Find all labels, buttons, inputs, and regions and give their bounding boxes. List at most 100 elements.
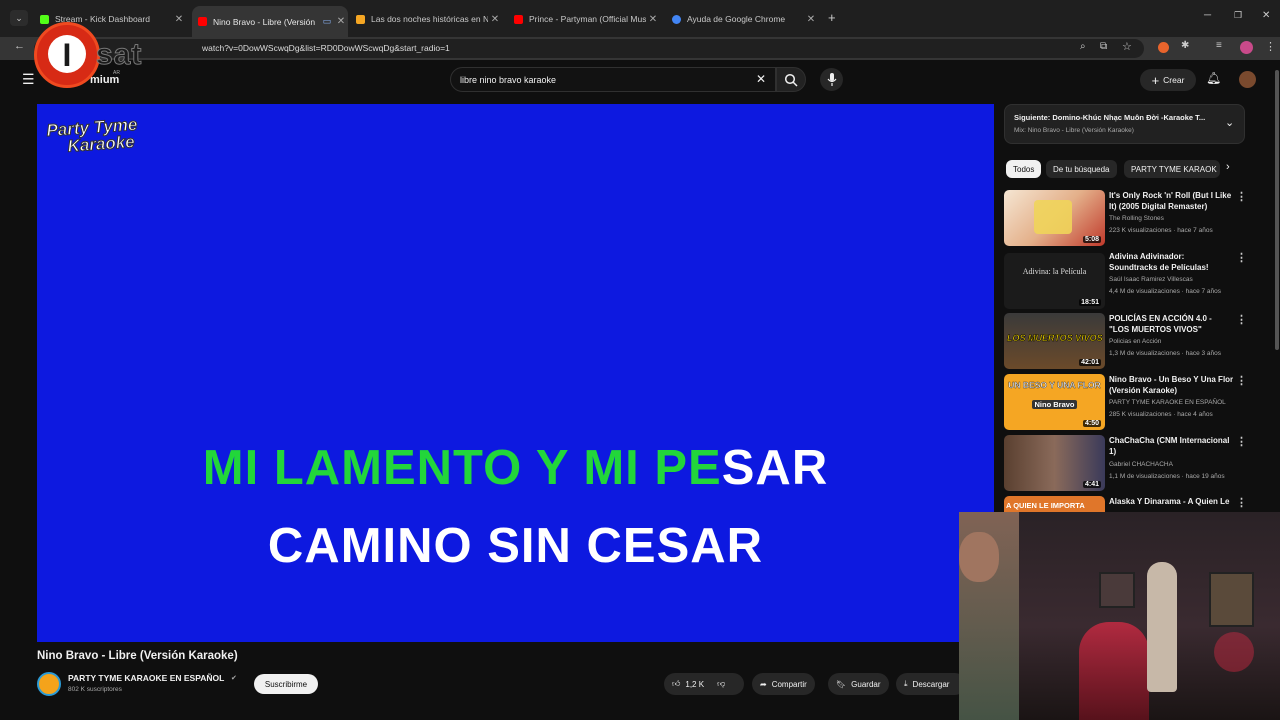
related-channel: PARTY TYME KARAOKE EN ESPAÑOL (1109, 399, 1226, 406)
url-text: watch?v=0DowWScwqDg&list=RD0DowWScwqDg&s… (202, 43, 450, 53)
subscriber-count: 802 K suscriptores (68, 686, 122, 693)
chevron-right-icon[interactable]: › (1226, 161, 1230, 173)
clear-search-icon[interactable]: ✕ (756, 72, 766, 86)
chip-all[interactable]: Todos (1006, 160, 1042, 178)
duration-badge: 5:08 (1082, 236, 1101, 243)
mix-label: Mix: Nino Bravo - Libre (Versión Karaoke… (1014, 127, 1134, 134)
duration-badge: 18:51 (1079, 299, 1101, 306)
browser-toolbar: ← watch?v=0DowWScwqDg&list=RD0DowWScwqDg… (0, 37, 1280, 60)
related-channel: Policias en Acción (1109, 338, 1162, 345)
install-icon[interactable]: ⧉ (1100, 41, 1107, 52)
close-icon[interactable]: ✕ (488, 14, 502, 25)
kick-icon (40, 14, 49, 24)
create-button[interactable]: + Crear (1140, 69, 1196, 91)
save-button[interactable]: 🔖︎ Guardar (828, 673, 889, 695)
browser-tab[interactable]: Las dos noches históricas en N ✕ (350, 8, 502, 30)
extension-icon[interactable] (1158, 42, 1169, 53)
media-controls-icon[interactable]: ≡ (1216, 40, 1222, 51)
address-bar[interactable]: watch?v=0DowWScwqDg&list=RD0DowWScwqDg&s… (34, 39, 1144, 58)
lyric-line-next: CAMINO SIN CESAR (267, 519, 764, 573)
more-options-icon[interactable]: ⋮ (1236, 190, 1247, 203)
bookmark-star-icon[interactable]: ☆ (1122, 40, 1132, 53)
related-thumbnail[interactable]: 4:41 (1004, 435, 1105, 491)
browser-tab[interactable]: Prince - Partyman (Official Mus ✕ (508, 8, 660, 30)
like-thumb-icon[interactable]: 👍︎ (672, 679, 680, 689)
browser-tab-strip: ⌄ Stream - Kick Dashboard ✕ Nino Bravo -… (0, 0, 1280, 37)
related-stats: 223 K visualizaciones · hace 7 años (1109, 227, 1213, 234)
verified-icon: ✔ (231, 675, 237, 682)
scrollbar-thumb[interactable] (1275, 70, 1279, 350)
account-avatar[interactable] (1239, 71, 1256, 88)
google-icon (672, 14, 681, 24)
close-icon[interactable]: ✕ (646, 14, 660, 25)
browser-tab[interactable]: Ayuda de Google Chrome ✕ (666, 8, 818, 30)
more-options-icon[interactable]: ⋮ (1236, 496, 1247, 509)
close-icon[interactable]: ✕ (334, 16, 348, 27)
voice-search-button[interactable] (820, 68, 843, 91)
notifications-bell-icon[interactable]: 🔔︎ (1206, 71, 1221, 85)
youtube-icon (514, 14, 523, 24)
search-button[interactable] (776, 67, 806, 92)
more-options-icon[interactable]: ⋮ (1236, 251, 1247, 264)
zoom-icon[interactable]: ⌕ (1080, 41, 1086, 52)
more-options-icon[interactable]: ⋮ (1236, 313, 1247, 326)
lyric-line-current: MI LAMENTO Y MI PESAR (37, 440, 994, 496)
minimize-icon[interactable]: ─ (1204, 10, 1211, 21)
related-thumbnail[interactable]: Adivina: la Película 18:51 (1004, 253, 1105, 309)
close-icon[interactable]: ✕ (804, 14, 818, 25)
related-stats: 1,1 M de visualizaciones · hace 19 años (1109, 473, 1225, 480)
window-close-icon[interactable]: ✕ (1262, 10, 1270, 21)
related-thumbnail[interactable]: 5:08 (1004, 190, 1105, 246)
related-thumbnail[interactable]: LOS MUERTOS VIVOS 42:01 (1004, 313, 1105, 369)
more-options-icon[interactable]: ⋮ (1236, 374, 1247, 387)
video-player[interactable]: Party Tyme Karaoke MI LAMENTO Y MI PESAR… (37, 104, 994, 642)
related-title[interactable]: ChaChaCha (CNM Internacional 1) (1109, 435, 1234, 457)
party-tyme-karaoke-logo: Party Tyme Karaoke (45, 114, 138, 156)
download-button[interactable]: ⤓ Descargar (896, 673, 966, 695)
overlay-logo-text: sat (95, 38, 143, 72)
related-title[interactable]: Adivina Adivinador: Soundtracks de Pelíc… (1109, 251, 1234, 273)
back-arrow-icon[interactable]: ← (14, 40, 25, 52)
dislike-thumb-icon[interactable]: 👎︎ (717, 679, 725, 689)
related-title[interactable]: POLICÍAS EN ACCIÓN 4.0 - "LOS MUERTOS VI… (1109, 313, 1234, 335)
tab-search-chevron-icon[interactable]: ⌄ (10, 10, 28, 26)
plus-icon: + (1151, 72, 1160, 88)
chevron-down-icon[interactable]: ⌄ (1225, 116, 1234, 129)
related-channel: The Rolling Stones (1109, 215, 1164, 222)
restore-icon[interactable]: ❐ (1234, 10, 1242, 21)
duration-badge: 4:41 (1082, 481, 1101, 488)
profile-avatar[interactable] (1240, 41, 1253, 54)
more-options-icon[interactable]: ⋮ (1236, 435, 1247, 448)
like-dislike-group: 👍︎ 1,2 K 👎︎ (664, 673, 744, 695)
next-up-label: Siguiente: Domino-Khúc Nhạc Muôn Đời -Ka… (1014, 113, 1206, 122)
related-title[interactable]: Alaska Y Dinarama - A Quien Le (1109, 496, 1234, 508)
channel-name[interactable]: PARTY TYME KARAOKE EN ESPAÑOL (68, 673, 224, 683)
related-stats: 1,3 M de visualizaciones · hace 3 años (1109, 350, 1222, 357)
lyric-unsung-portion: SAR (721, 441, 829, 495)
related-stats: 4,4 M de visualizaciones · hace 7 años (1109, 288, 1222, 295)
related-channel: Saúl Isaac Ramirez Villescas (1109, 276, 1193, 283)
microphone-icon (827, 73, 836, 86)
lyric-sung-portion: MI LAMENTO Y MI PE (202, 441, 722, 495)
related-stats: 285 K visualizaciones · hace 4 años (1109, 411, 1213, 418)
chrome-menu-icon[interactable]: ⋮ (1265, 40, 1276, 53)
like-count[interactable]: 1,2 K (685, 680, 704, 689)
chip-from-search[interactable]: De tu búsqueda (1046, 160, 1117, 178)
search-input[interactable]: libre nino bravo karaoke ✕ (450, 67, 776, 92)
subscribe-button[interactable]: Suscribirme (254, 674, 318, 694)
search-icon (784, 73, 798, 87)
related-title[interactable]: It's Only Rock 'n' Roll (But I Like It) … (1109, 190, 1234, 212)
share-arrow-icon: ➦ (760, 679, 767, 689)
chip-channel[interactable]: PARTY TYME KARAOK (1124, 160, 1220, 178)
new-tab-plus-icon[interactable]: + (828, 10, 836, 25)
related-title[interactable]: Nino Bravo - Un Beso Y Una Flor (Versión… (1109, 374, 1234, 396)
close-icon[interactable]: ✕ (172, 14, 186, 25)
share-button[interactable]: ➦ Compartir (752, 673, 815, 695)
overlay-logo: I (34, 22, 100, 88)
related-thumbnail[interactable]: UN BESO Y UNA FLOR Nino Bravo 4:50 (1004, 374, 1105, 430)
channel-avatar[interactable] (37, 672, 61, 696)
browser-tab-active[interactable]: Nino Bravo - Libre (Versión ▭ ✕ (192, 6, 348, 37)
hamburger-menu-icon[interactable]: ☰ (22, 71, 35, 88)
mix-playlist-panel[interactable]: Siguiente: Domino-Khúc Nhạc Muôn Đời -Ka… (1004, 104, 1245, 144)
extensions-puzzle-icon[interactable]: ✱ (1181, 40, 1189, 51)
